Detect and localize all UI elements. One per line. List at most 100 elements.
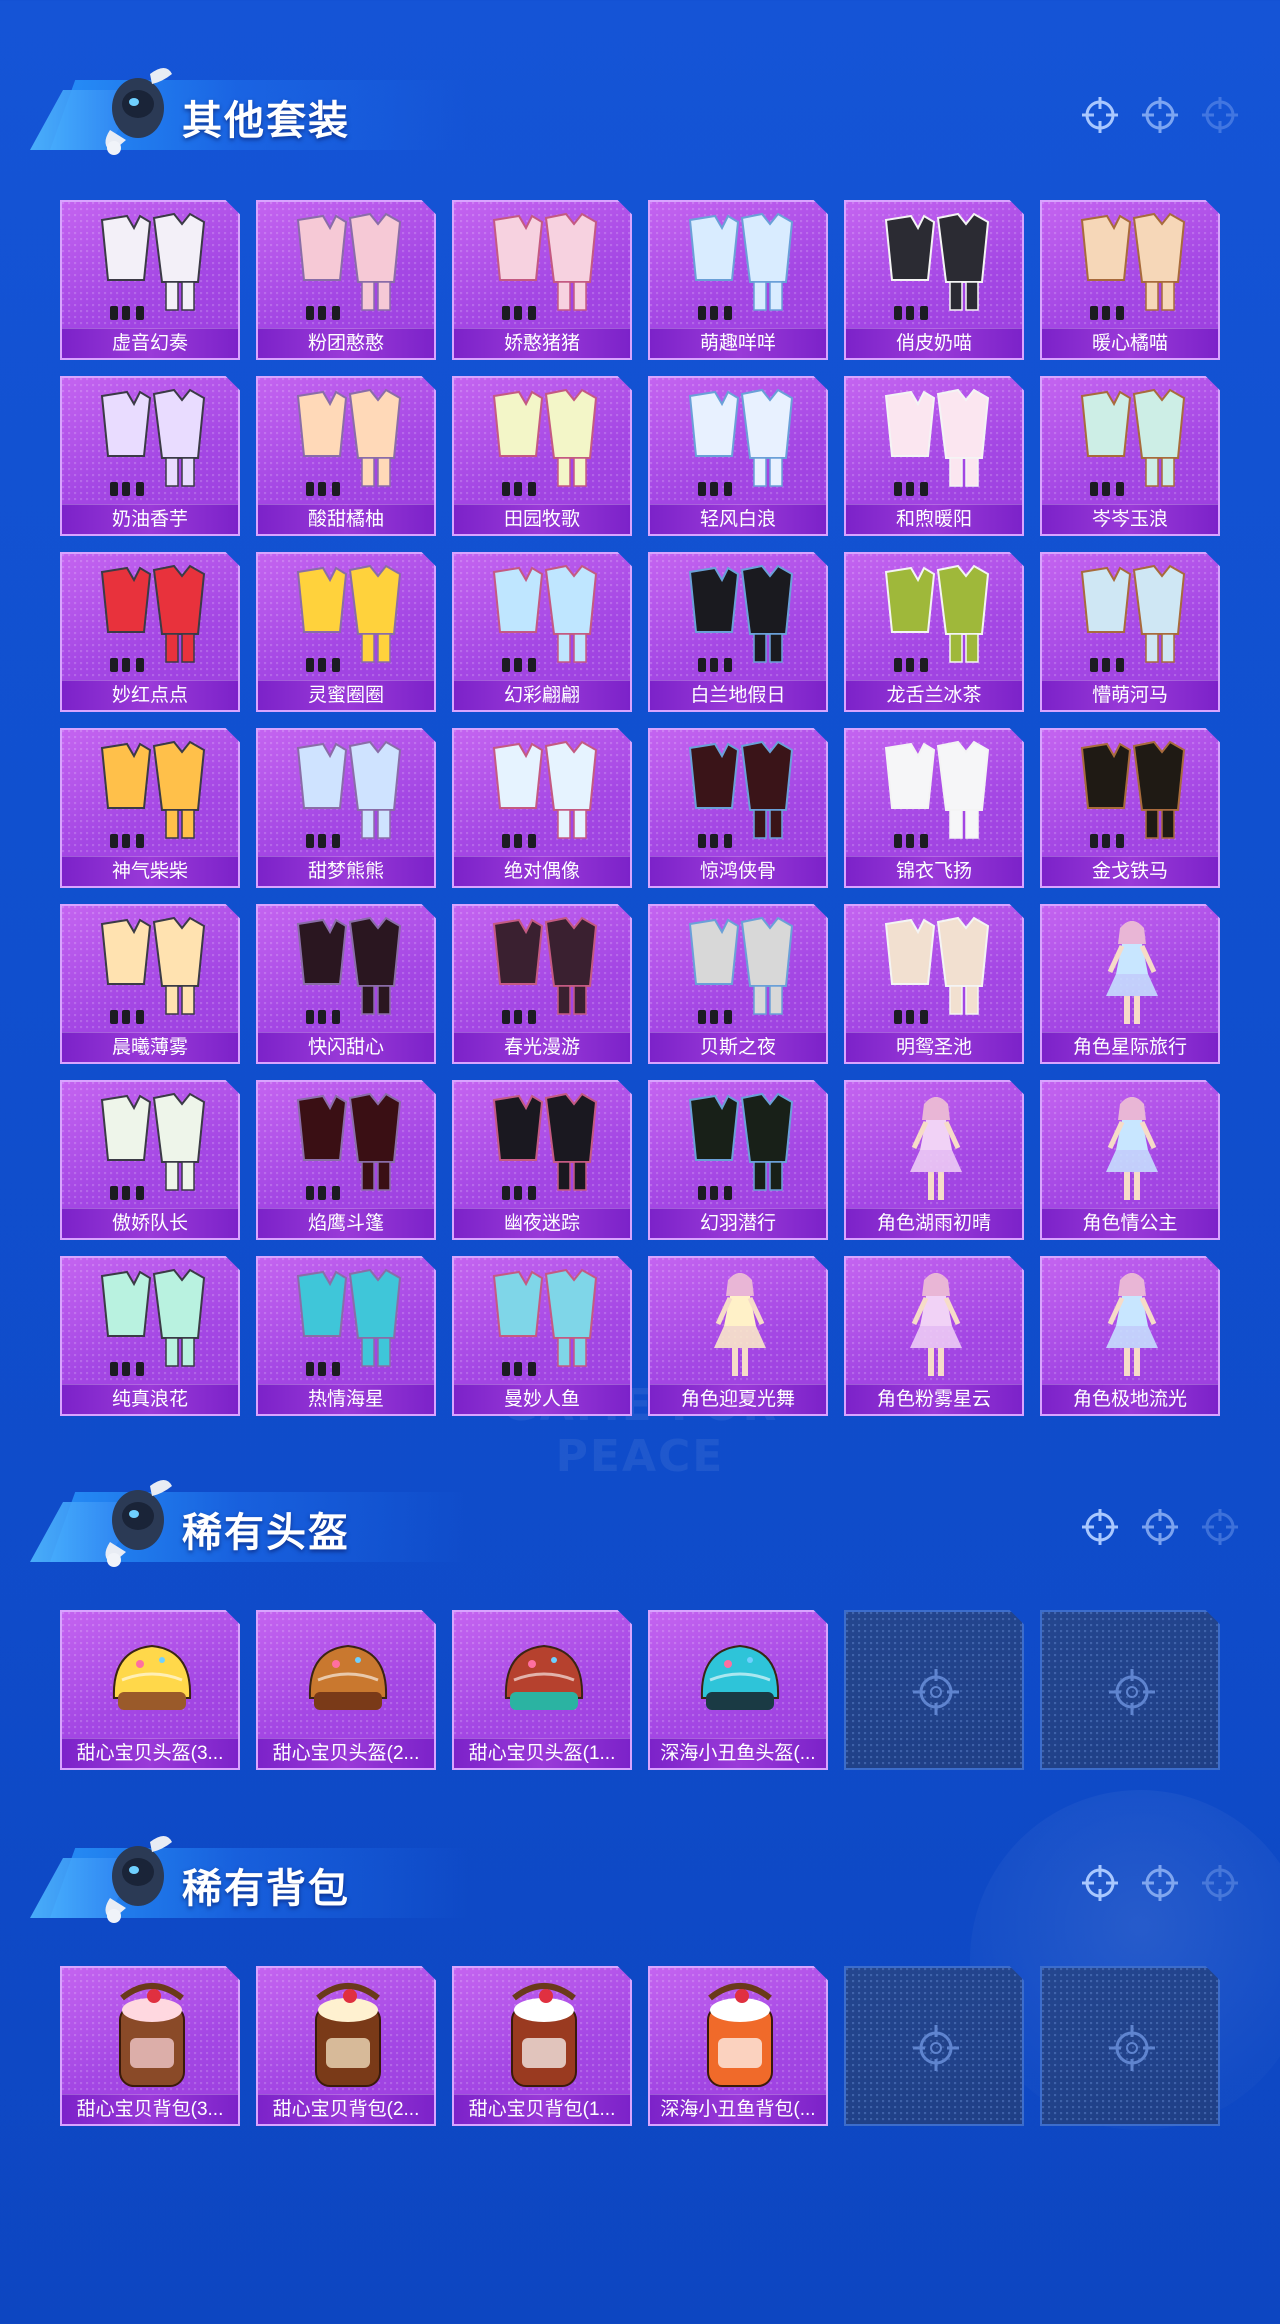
helmet-icon <box>112 1644 192 1710</box>
item-card[interactable]: 角色湖雨初晴 <box>844 1080 1024 1240</box>
crosshair-icon <box>1142 1509 1178 1545</box>
item-card[interactable]: 贝斯之夜 <box>648 904 828 1064</box>
item-card[interactable]: 暖心橘喵 <box>1040 200 1220 360</box>
item-card[interactable]: 角色粉雾星云 <box>844 1256 1024 1416</box>
item-card[interactable]: 甜心宝贝背包(2... <box>256 1966 436 2126</box>
mascot-icon <box>105 1836 172 1923</box>
item-card[interactable]: 曼妙人鱼 <box>452 1256 632 1416</box>
item-label: 白兰地假日 <box>650 680 826 710</box>
section-title: 其他套装 <box>182 98 350 144</box>
item-card[interactable]: 绝对偶像 <box>452 728 632 888</box>
outfit-icon <box>1080 212 1186 320</box>
item-card[interactable]: 深海小丑鱼头盔(... <box>648 1610 828 1770</box>
item-card[interactable]: 懵萌河马 <box>1040 552 1220 712</box>
helmet-icon <box>308 1644 388 1710</box>
outfit-icon <box>688 212 794 320</box>
item-card[interactable]: 妙红点点 <box>60 552 240 712</box>
item-card[interactable]: 深海小丑鱼背包(... <box>648 1966 828 2126</box>
item-label: 春光漫游 <box>454 1032 630 1062</box>
item-label: 酸甜橘柚 <box>258 504 434 534</box>
outfit-icon <box>296 1092 402 1200</box>
item-label: 明鸳圣池 <box>846 1032 1022 1062</box>
item-card[interactable]: 娇憨猪猪 <box>452 200 632 360</box>
item-card[interactable]: 幻羽潜行 <box>648 1080 828 1240</box>
item-label: 甜心宝贝背包(1... <box>454 2094 630 2124</box>
mascot-icon <box>105 68 172 155</box>
item-card[interactable]: 甜心宝贝头盔(2... <box>256 1610 436 1770</box>
item-card[interactable]: 幻彩翩翩 <box>452 552 632 712</box>
item-card[interactable]: 萌趣咩咩 <box>648 200 828 360</box>
item-card[interactable]: 虚音幻奏 <box>60 200 240 360</box>
backpack-grid: 甜心宝贝背包(3... 甜心宝贝背包(2... 甜心宝贝背包(1... 深海小丑… <box>60 1966 1220 2126</box>
item-card[interactable]: 锦衣飞扬 <box>844 728 1024 888</box>
item-label: 灵蜜圈圈 <box>258 680 434 710</box>
item-card[interactable]: 和煦暖阳 <box>844 376 1024 536</box>
backpack-icon <box>511 1983 577 2087</box>
item-card[interactable]: 酸甜橘柚 <box>256 376 436 536</box>
item-label: 甜梦熊熊 <box>258 856 434 886</box>
item-card[interactable]: 田园牧歌 <box>452 376 632 536</box>
decorative-crosshairs <box>1080 95 1240 135</box>
item-card[interactable]: 俏皮奶喵 <box>844 200 1024 360</box>
item-card[interactable]: 粉团憨憨 <box>256 200 436 360</box>
outfit-icon <box>100 1092 206 1200</box>
item-label: 角色迎夏光舞 <box>650 1384 826 1414</box>
item-card[interactable]: 热情海星 <box>256 1256 436 1416</box>
item-card[interactable]: 角色情公主 <box>1040 1080 1220 1240</box>
character-icon <box>1106 1273 1158 1376</box>
item-card[interactable]: 甜心宝贝背包(1... <box>452 1966 632 2126</box>
item-card[interactable]: 幽夜迷踪 <box>452 1080 632 1240</box>
item-card[interactable]: 甜心宝贝头盔(3... <box>60 1610 240 1770</box>
item-card[interactable]: 惊鸿侠骨 <box>648 728 828 888</box>
item-card[interactable]: 角色极地流光 <box>1040 1256 1220 1416</box>
item-card[interactable]: 甜梦熊熊 <box>256 728 436 888</box>
item-label: 轻风白浪 <box>650 504 826 534</box>
item-label: 角色星际旅行 <box>1042 1032 1218 1062</box>
outfit-icon <box>688 1092 794 1200</box>
outfit-icon <box>884 388 990 496</box>
item-card[interactable]: 角色星际旅行 <box>1040 904 1220 1064</box>
crosshair-icon <box>1202 1509 1238 1545</box>
item-card[interactable]: 轻风白浪 <box>648 376 828 536</box>
item-card[interactable]: 快闪甜心 <box>256 904 436 1064</box>
item-card[interactable]: 龙舌兰冰茶 <box>844 552 1024 712</box>
item-card[interactable]: 甜心宝贝头盔(1... <box>452 1610 632 1770</box>
item-card[interactable]: 角色迎夏光舞 <box>648 1256 828 1416</box>
item-label: 幻彩翩翩 <box>454 680 630 710</box>
item-label: 傲娇队长 <box>62 1208 238 1238</box>
character-icon <box>910 1097 962 1200</box>
item-card[interactable]: 焰鹰斗篷 <box>256 1080 436 1240</box>
item-card[interactable]: 岑岑玉浪 <box>1040 376 1220 536</box>
outfit-icon <box>100 1268 206 1376</box>
item-card[interactable]: 甜心宝贝背包(3... <box>60 1966 240 2126</box>
outfit-icon <box>296 564 402 672</box>
item-card[interactable]: 灵蜜圈圈 <box>256 552 436 712</box>
crosshair-icon <box>1142 97 1178 133</box>
backpack-icon <box>119 1983 185 2087</box>
outfit-icon <box>296 740 402 848</box>
item-card[interactable]: 傲娇队长 <box>60 1080 240 1240</box>
outfit-icon <box>100 740 206 848</box>
item-label: 奶油香芋 <box>62 504 238 534</box>
item-label: 锦衣飞扬 <box>846 856 1022 886</box>
item-card[interactable]: 金戈铁马 <box>1040 728 1220 888</box>
empty-slot-icon <box>1109 2025 1155 2071</box>
item-card[interactable]: 纯真浪花 <box>60 1256 240 1416</box>
decorative-crosshairs <box>1080 1507 1240 1547</box>
item-card[interactable]: 神气柴柴 <box>60 728 240 888</box>
item-label: 妙红点点 <box>62 680 238 710</box>
item-label: 快闪甜心 <box>258 1032 434 1062</box>
item-label: 绝对偶像 <box>454 856 630 886</box>
outfit-icon <box>688 388 794 496</box>
outfit-icon <box>492 1268 598 1376</box>
decorative-crosshairs <box>1080 1863 1240 1903</box>
outfit-icon <box>296 212 402 320</box>
item-card[interactable]: 奶油香芋 <box>60 376 240 536</box>
item-card[interactable]: 晨曦薄雾 <box>60 904 240 1064</box>
item-card[interactable]: 明鸳圣池 <box>844 904 1024 1064</box>
item-card[interactable]: 白兰地假日 <box>648 552 828 712</box>
item-label: 虚音幻奏 <box>62 328 238 358</box>
section-title: 稀有背包 <box>182 1866 350 1912</box>
item-card[interactable]: 春光漫游 <box>452 904 632 1064</box>
item-label: 惊鸿侠骨 <box>650 856 826 886</box>
